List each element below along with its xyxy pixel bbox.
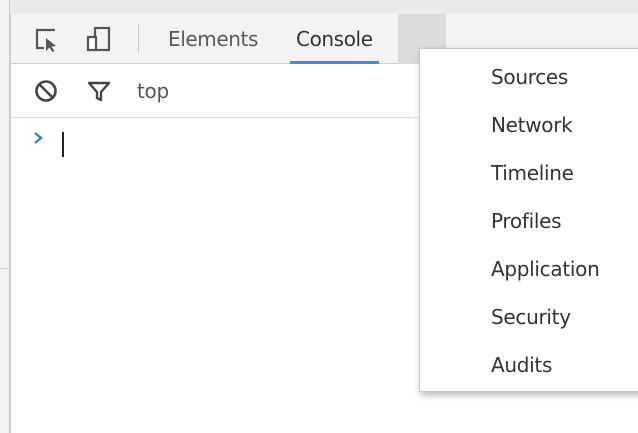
- tab-elements[interactable]: Elements: [162, 14, 264, 64]
- inspect-element-icon[interactable]: [31, 24, 61, 54]
- context-selector[interactable]: top: [137, 64, 169, 118]
- toolbar-separator: [138, 24, 139, 54]
- menu-item-profiles[interactable]: Profiles: [420, 197, 638, 245]
- menu-item-sources[interactable]: Sources: [420, 53, 638, 101]
- device-toolbar-icon[interactable]: [84, 24, 114, 54]
- menu-item-network[interactable]: Network: [420, 101, 638, 149]
- page-divider: [0, 268, 10, 269]
- prompt-chevron-icon: [31, 130, 47, 146]
- menu-item-security[interactable]: Security: [420, 293, 638, 341]
- clear-console-icon[interactable]: [31, 76, 61, 106]
- menu-item-application[interactable]: Application: [420, 245, 638, 293]
- menu-item-audits[interactable]: Audits: [420, 341, 638, 389]
- page-left-edge: [0, 0, 10, 433]
- filter-icon[interactable]: [84, 76, 114, 106]
- menu-item-timeline[interactable]: Timeline: [420, 149, 638, 197]
- window-top-strip: [10, 0, 638, 14]
- text-caret: [62, 132, 64, 157]
- tab-console[interactable]: Console: [290, 14, 379, 64]
- devtools-panel: Elements Console top Sources Network Tim: [10, 14, 638, 433]
- more-tabs-menu: Sources Network Timeline Profiles Applic…: [419, 48, 638, 392]
